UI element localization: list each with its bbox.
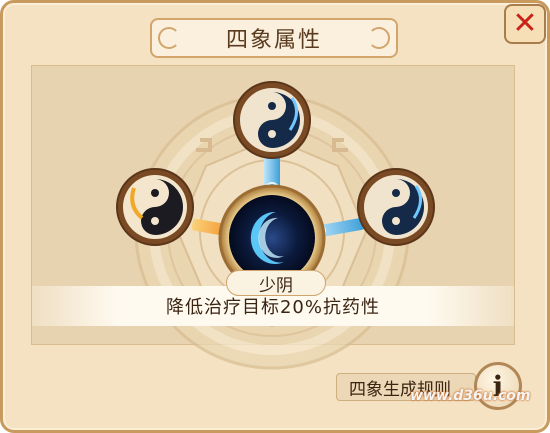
- watermark: www.d36u.com: [410, 388, 531, 404]
- yin-yang-blue-icon[interactable]: [357, 168, 435, 246]
- yin-yang-gold-icon[interactable]: [116, 168, 194, 246]
- four-symbols-diagram: [116, 81, 435, 370]
- effect-description: 降低治疗目标20%抗药性: [165, 297, 380, 318]
- symbol-name: 少阴: [259, 275, 293, 296]
- symbol-name-plate: 少阴: [226, 270, 326, 296]
- yin-yang-blue-icon[interactable]: [233, 81, 311, 159]
